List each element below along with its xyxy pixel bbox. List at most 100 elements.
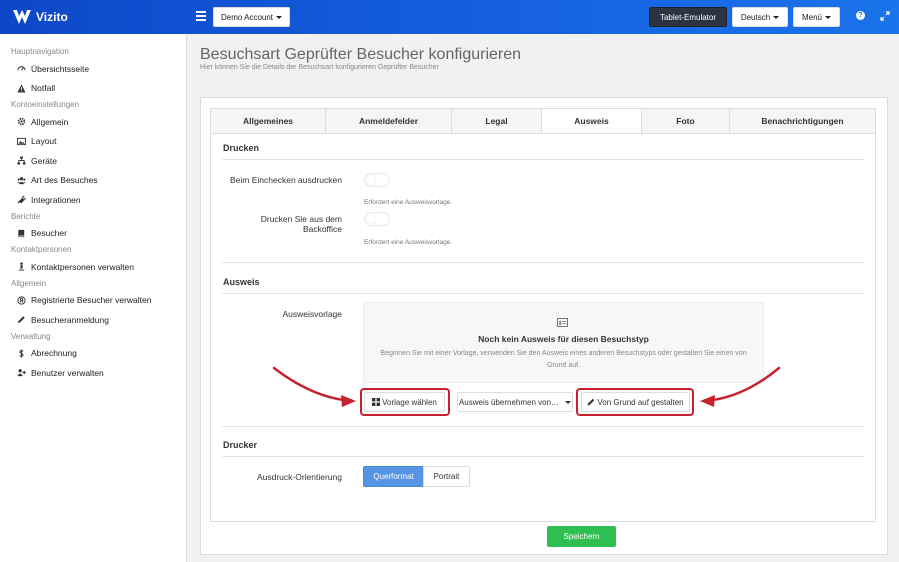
sidebar-item-label: Integrationen — [31, 194, 81, 205]
vizito-logo-icon — [13, 10, 31, 24]
sitemap-icon — [17, 156, 26, 165]
sidebar-section-account: Kontoeinstellungen Allgemein Layout Gerä… — [0, 98, 186, 210]
sidebar-item-label: Übersichtsseite — [31, 63, 90, 74]
pencil-icon — [17, 315, 26, 324]
checkin-print-toggle[interactable] — [364, 173, 390, 187]
checkin-print-help: Erfordert eine Ausweisvorlage. — [364, 199, 453, 206]
warning-icon — [17, 84, 26, 93]
sidebar: Hauptnavigation Übersichtsseite Notfall … — [0, 34, 187, 562]
brand-logo[interactable]: Vizito — [12, 8, 68, 26]
sidebar-item-label: Art des Besuches — [31, 175, 98, 186]
sidebar-item-label: Kontaktpersonen verwalten — [31, 261, 135, 272]
brand-name: Vizito — [36, 10, 68, 24]
sidebar-section-reports: Berichte Besucher — [0, 210, 186, 244]
main-menu-label: Menü — [801, 12, 822, 22]
sidebar-section-title: Berichte — [11, 211, 41, 221]
sidebar-section-contacts: Kontaktpersonen Kontaktpersonen verwalte… — [0, 243, 186, 277]
highlight-choose-template — [360, 388, 450, 416]
account-dropdown-label: Demo Account — [220, 12, 274, 22]
chevron-down-icon — [773, 15, 780, 19]
sidebar-item-visitors[interactable]: Besucher — [0, 224, 186, 244]
copy-badge-from-dropdown[interactable]: Ausweis übernehmen von… — [457, 392, 573, 412]
sidebar-item-billing[interactable]: Abrechnung — [0, 344, 186, 364]
divider — [222, 456, 864, 457]
menu-toggle-icon[interactable] — [196, 11, 206, 21]
sidebar-item-devices[interactable]: Geräte — [0, 151, 186, 171]
print-orientation-label: Ausdruck-Orientierung — [256, 472, 342, 482]
sidebar-item-label: Abrechnung — [31, 348, 77, 359]
checkin-print-label: Beim Einchecken ausdrucken — [230, 175, 342, 185]
sidebar-item-general[interactable]: Allgemein — [0, 112, 186, 132]
tab-notifications[interactable]: Benachrichtigungen — [729, 108, 876, 134]
tab-general[interactable]: Allgemeines — [210, 108, 326, 134]
sidebar-item-label: Besucheranmeldung — [31, 314, 109, 325]
help-icon[interactable]: ? — [856, 11, 865, 20]
sidebar-item-label: Benutzer verwalten — [31, 367, 104, 378]
dollar-icon — [17, 349, 26, 358]
section-title-badge: Ausweis — [223, 277, 260, 287]
sidebar-item-integrations[interactable]: Integrationen — [0, 190, 186, 210]
tablet-emulator-label: Tablet-Emulator — [659, 12, 717, 22]
sidebar-section-title: Allgemein — [11, 278, 47, 288]
divider — [222, 262, 864, 263]
book-icon — [17, 229, 26, 238]
sidebar-section-title: Kontaktpersonen — [11, 245, 72, 254]
chevron-down-icon — [825, 15, 831, 19]
backoffice-print-label: Drucken Sie aus dem Backoffice — [260, 214, 342, 234]
sidebar-item-manage-users[interactable]: Benutzer verwalten — [0, 363, 186, 383]
highlight-design-from-scratch — [576, 388, 694, 416]
divider — [222, 426, 864, 427]
fullscreen-icon[interactable] — [880, 11, 890, 21]
section-title-print: Drucken — [223, 143, 260, 153]
page-subtitle: Hier können Sie die Details der Besuchsa… — [200, 64, 439, 71]
tab-bar: Allgemeines Anmeldefelder Legal Ausweis … — [210, 108, 876, 134]
badge-empty-title: Noch kein Ausweis für diesen Besuchstyp — [478, 334, 649, 344]
sidebar-item-label: Notfall — [31, 83, 56, 94]
badge-template-label: Ausweisvorlage — [282, 309, 342, 319]
sidebar-section-general: Allgemein Registrierte Besucher verwalte… — [0, 277, 186, 330]
main-menu-dropdown[interactable]: Menü — [793, 7, 840, 27]
user-plus-icon — [17, 368, 26, 377]
id-card-icon — [557, 318, 568, 327]
sidebar-item-emergency[interactable]: Notfall — [0, 79, 186, 99]
gear-icon — [17, 117, 26, 126]
tablet-emulator-button[interactable]: Tablet-Emulator — [649, 7, 727, 27]
orientation-portrait-button[interactable]: Portrait — [423, 466, 470, 487]
page-title: Besuchsart Geprüfter Besucher konfigurie… — [200, 46, 522, 63]
sidebar-item-visit-types[interactable]: Art des Besuches — [0, 171, 186, 191]
section-title-printer: Drucker — [223, 440, 258, 450]
sidebar-item-label: Besucher — [31, 228, 67, 239]
sidebar-section-title: Verwaltung — [11, 331, 51, 341]
sidebar-item-label: Geräte — [31, 155, 57, 166]
tab-legal[interactable]: Legal — [451, 108, 542, 134]
save-button[interactable]: Speichern — [547, 526, 616, 547]
image-icon — [17, 137, 26, 146]
language-dropdown[interactable]: Deutsch — [732, 7, 788, 27]
plug-icon — [17, 195, 26, 204]
language-label: Deutsch — [740, 12, 771, 22]
person-icon — [17, 262, 26, 271]
sidebar-item-visitor-registration[interactable]: Besucheranmeldung — [0, 310, 186, 330]
dashboard-icon — [17, 64, 26, 73]
registered-icon — [17, 296, 26, 305]
sidebar-item-overview[interactable]: Übersichtsseite — [0, 59, 186, 79]
sidebar-item-manage-contacts[interactable]: Kontaktpersonen verwalten — [0, 257, 186, 277]
tab-photo[interactable]: Foto — [641, 108, 730, 134]
chevron-down-icon — [276, 15, 283, 19]
sidebar-section-main: Hauptnavigation Übersichtsseite Notfall — [0, 45, 186, 98]
tab-registration-fields[interactable]: Anmeldefelder — [325, 108, 452, 134]
account-dropdown[interactable]: Demo Account — [213, 7, 290, 27]
sidebar-section-title: Hauptnavigation — [11, 47, 69, 56]
sidebar-item-label: Layout — [31, 136, 57, 147]
orientation-landscape-button[interactable]: Querformat — [363, 466, 424, 487]
badge-empty-text: Beginnen Sie mit einer Vorlage, verwende… — [380, 350, 747, 369]
copy-badge-from-label: Ausweis übernehmen von… — [458, 397, 560, 407]
sidebar-item-registered-visitors[interactable]: Registrierte Besucher verwalten — [0, 291, 186, 311]
divider — [222, 293, 864, 294]
users-icon — [17, 176, 26, 185]
sidebar-item-layout[interactable]: Layout — [0, 132, 186, 152]
backoffice-print-toggle[interactable] — [364, 212, 390, 226]
tab-badge[interactable]: Ausweis — [541, 108, 642, 134]
sidebar-item-label: Registrierte Besucher verwalten — [31, 295, 152, 306]
chevron-down-icon — [565, 400, 572, 404]
